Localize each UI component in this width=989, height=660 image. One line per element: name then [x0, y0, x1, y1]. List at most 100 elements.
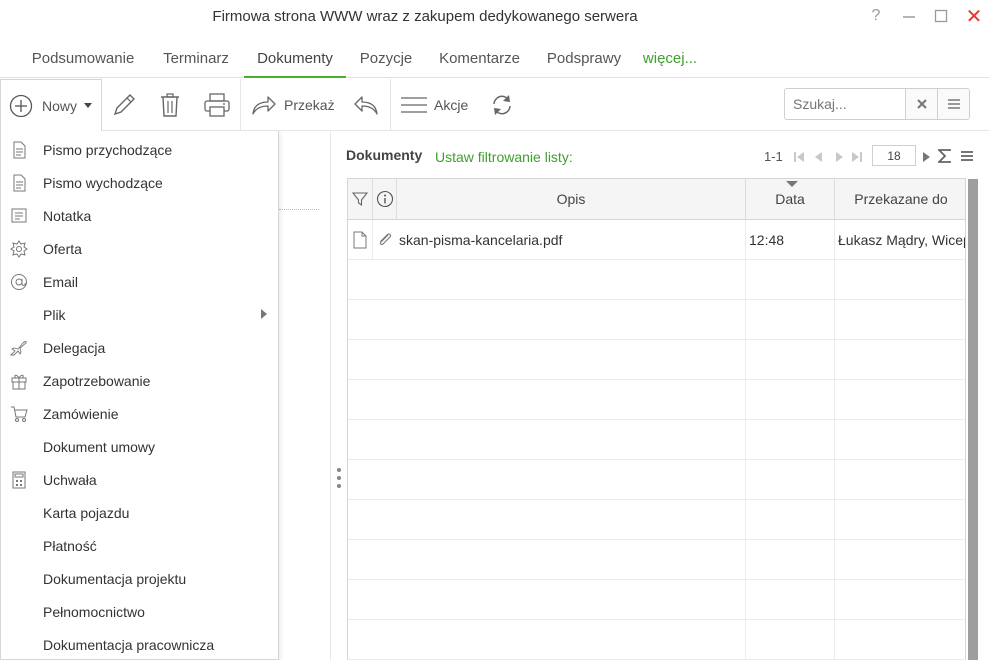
plane-icon [10, 341, 27, 356]
help-button[interactable]: ? [864, 4, 888, 28]
printer-icon [204, 93, 230, 117]
forward-arrow-icon [252, 96, 276, 115]
sum-icon[interactable] [938, 149, 951, 163]
minimize-button[interactable] [897, 4, 921, 28]
new-button[interactable]: Nowy [0, 79, 102, 132]
splitter-handle[interactable] [336, 468, 342, 490]
menu-item-label: Delegacja [43, 339, 106, 356]
tab-komentarze[interactable]: Komentarze [428, 40, 531, 78]
menu-item-uchwala[interactable]: Uchwała [1, 463, 278, 496]
file-icon [353, 231, 367, 248]
tab-podsprawy[interactable]: Podsprawy [537, 40, 631, 78]
table-row-empty [348, 460, 965, 500]
trash-icon [161, 93, 179, 117]
page-size-input[interactable] [872, 145, 916, 166]
info-icon [376, 190, 393, 208]
tab-podsumowanie[interactable]: Podsumowanie [18, 40, 148, 78]
delete-button[interactable] [158, 79, 184, 131]
badge-icon [10, 240, 28, 258]
menu-item-zapotrzebowanie[interactable]: Zapotrzebowanie [1, 364, 278, 397]
menu-item-delegacja[interactable]: Delegacja [1, 331, 278, 364]
row-doc-cell [348, 220, 373, 259]
close-button[interactable]: ✕ [962, 4, 986, 28]
menu-item-label: Email [43, 273, 79, 290]
table-row[interactable]: skan-pisma-kancelaria.pdf 12:48 Łukasz M… [348, 220, 965, 260]
page-size-arrow-icon[interactable] [920, 151, 932, 163]
panel-splitter[interactable] [330, 131, 331, 660]
search-options-button[interactable] [937, 88, 970, 120]
filter-column-header[interactable] [348, 179, 373, 219]
menu-item-label: Oferta [43, 240, 82, 257]
menu-item-dokument-umowy[interactable]: Dokument umowy [1, 430, 278, 463]
column-header-data[interactable]: Data [746, 179, 835, 219]
last-page-icon[interactable] [851, 151, 863, 163]
record-range: 1-1 [764, 149, 783, 164]
menu-item-oferta[interactable]: Oferta [1, 232, 278, 265]
column-header-data-label: Data [775, 191, 805, 207]
refresh-button[interactable] [490, 79, 514, 131]
document-icon [13, 141, 26, 159]
documents-header: Dokumenty Ustaw filtrowanie listy: 1-1 [346, 144, 981, 168]
next-page-icon[interactable] [833, 151, 845, 163]
menu-item-platnosc[interactable]: Płatność [1, 529, 278, 562]
print-button[interactable] [203, 79, 231, 131]
actions-button[interactable]: Akcje [400, 79, 472, 131]
submenu-arrow-icon [261, 309, 267, 319]
reply-button[interactable] [353, 79, 379, 131]
column-header-przekazane-do[interactable]: Przekazane do [835, 179, 965, 219]
tab-dokumenty[interactable]: Dokumenty [244, 40, 346, 78]
new-button-label: Nowy [42, 98, 78, 114]
menu-item-notatka[interactable]: Notatka [1, 199, 278, 232]
menu-item-email[interactable]: Email [1, 265, 278, 298]
new-dropdown-menu: Pismo przychodzące Pismo wychodzące Nota… [0, 131, 279, 660]
menu-item-label: Karta pojazdu [43, 504, 130, 521]
pencil-icon [113, 94, 135, 116]
forward-button[interactable]: Przekaż [251, 79, 336, 131]
menu-item-karta-pojazdu[interactable]: Karta pojazdu [1, 496, 278, 529]
maximize-icon [934, 9, 948, 23]
actions-label: Akcje [434, 97, 469, 113]
search-input[interactable] [784, 88, 906, 120]
prev-page-icon[interactable] [813, 151, 825, 163]
forward-label: Przekaż [284, 97, 335, 113]
info-column-header[interactable] [373, 179, 397, 219]
menu-item-zamowienie[interactable]: Zamówienie [1, 397, 278, 430]
menu-item-label: Uchwała [43, 471, 97, 488]
menu-item-label: Dokumentacja pracownicza [43, 636, 215, 653]
maximize-button[interactable] [929, 4, 953, 28]
menu-item-label: Pismo przychodzące [43, 141, 173, 158]
table-row-empty [348, 580, 965, 620]
table-row-empty [348, 420, 965, 460]
first-page-icon[interactable] [793, 151, 805, 163]
clear-search-button[interactable] [905, 88, 938, 120]
tab-pozycje[interactable]: Pozycje [350, 40, 422, 78]
table-scrollbar[interactable] [968, 179, 978, 660]
minimize-icon [903, 16, 915, 18]
table-row-empty [348, 300, 965, 340]
column-header-opis[interactable]: Opis [397, 179, 746, 219]
menu-item-label: Pełnomocnictwo [43, 603, 145, 620]
edit-button[interactable] [111, 79, 139, 131]
menu-lines-icon [947, 99, 960, 109]
menu-item-dokumentacja-projektu[interactable]: Dokumentacja projektu [1, 562, 278, 595]
tab-terminarz[interactable]: Terminarz [152, 40, 240, 78]
menu-item-label: Zamówienie [43, 405, 119, 422]
toolbar-divider [390, 79, 391, 131]
menu-item-dokumentacja-pracownicza[interactable]: Dokumentacja pracownicza [1, 628, 278, 660]
table-row-empty [348, 620, 965, 660]
toolbar: Nowy Przekaż Akcje [0, 79, 989, 132]
menu-item-label: Dokument umowy [43, 438, 156, 455]
set-filter-link[interactable]: Ustaw filtrowanie listy: [435, 149, 573, 165]
menu-item-plik[interactable]: Plik [1, 298, 278, 331]
menu-item-pismo-wychodzace[interactable]: Pismo wychodzące [1, 166, 278, 199]
tab-more[interactable]: więcej... [636, 40, 704, 78]
calculator-icon [12, 471, 26, 489]
menu-item-pelnomocnictwo[interactable]: Pełnomocnictwo [1, 595, 278, 628]
gift-icon [11, 374, 27, 390]
list-menu-icon[interactable] [960, 150, 974, 162]
dotted-divider [279, 209, 319, 210]
table-row-empty [348, 260, 965, 300]
menu-item-pismo-przychodzace[interactable]: Pismo przychodzące [1, 133, 278, 166]
menu-item-label: Pismo wychodzące [43, 174, 163, 191]
menu-item-label: Płatność [43, 537, 97, 554]
